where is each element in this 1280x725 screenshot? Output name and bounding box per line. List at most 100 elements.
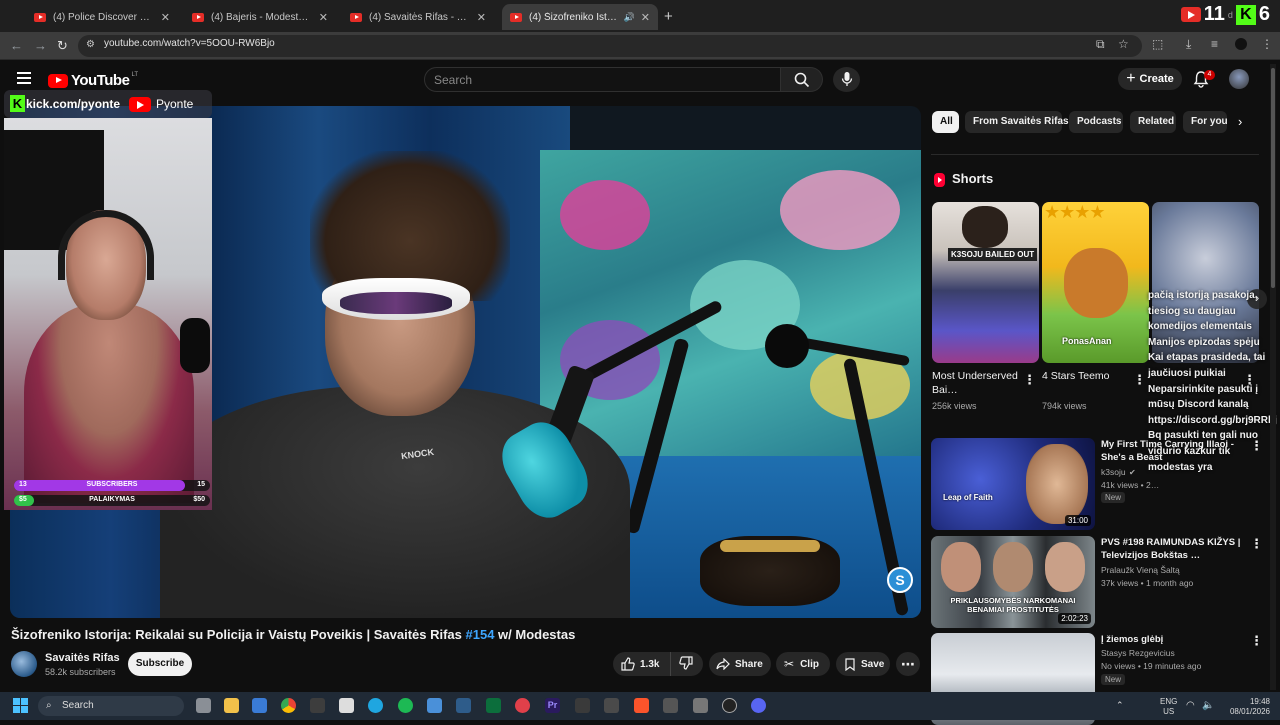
chip-all[interactable]: All <box>932 111 959 133</box>
voice-search-button[interactable] <box>833 67 860 92</box>
plus-icon: + <box>1126 70 1136 87</box>
app-icon[interactable] <box>310 698 325 713</box>
more-vertical-icon[interactable]: ⋮ <box>1023 372 1036 388</box>
browser-tab[interactable]: (4) Police Discover Car Filled W ✕ <box>26 4 178 30</box>
video-title[interactable]: Į žiemos glėbį <box>1101 633 1243 646</box>
video-title[interactable]: My First Time Carrying Illaoi - She's a … <box>1101 438 1243 464</box>
new-tab-button[interactable]: + <box>664 8 673 25</box>
chip-podcasts[interactable]: Podcasts <box>1069 111 1123 133</box>
back-arrow-icon[interactable]: ← <box>10 38 23 53</box>
search-button[interactable] <box>781 67 823 92</box>
volume-icon[interactable]: 🔈 <box>1202 700 1217 715</box>
taskbar-search[interactable]: ⌕ Search <box>38 696 184 716</box>
search-input[interactable] <box>424 67 781 92</box>
divider <box>931 154 1259 155</box>
more-vertical-icon[interactable]: ⋮ <box>1133 372 1146 388</box>
media-control-icon[interactable]: ≡ <box>1211 37 1218 51</box>
account-avatar[interactable] <box>1229 69 1249 89</box>
edge-icon[interactable] <box>368 698 383 713</box>
video-thumbnail[interactable]: Leap of Faith 31:00 <box>931 438 1095 530</box>
shorts-heading: Shorts <box>952 171 994 186</box>
app-icon[interactable] <box>693 698 708 713</box>
tab-close-icon[interactable]: ✕ <box>161 11 170 24</box>
input-language[interactable]: ENG US <box>1160 697 1177 717</box>
app-icon[interactable] <box>663 698 678 713</box>
channel-name[interactable]: Savaitės Rifas <box>45 652 120 664</box>
spotify-icon[interactable] <box>398 698 413 713</box>
vintage-phone <box>700 536 840 606</box>
app-icon[interactable] <box>575 698 590 713</box>
video-channel[interactable]: Stasys Rezgevicius <box>1101 648 1175 658</box>
app-icon[interactable] <box>339 698 354 713</box>
like-button[interactable]: 1.3k <box>613 652 671 676</box>
forward-arrow-icon[interactable]: → <box>34 38 47 53</box>
task-view-icon[interactable] <box>196 698 211 713</box>
download-icon[interactable]: ⤓ <box>1186 37 1191 52</box>
scrollbar-thumb[interactable] <box>1271 68 1275 288</box>
youtube-logo[interactable]: YouTube LT <box>48 72 138 89</box>
video-channel[interactable]: Pralaužk Vieną Šaltą <box>1101 565 1180 575</box>
clip-button[interactable]: ✂ Clip <box>776 652 830 676</box>
tab-title: (4) Šizofreniko Istorija: Reika <box>529 11 621 23</box>
app-icon[interactable] <box>486 698 501 713</box>
video-title[interactable]: PVS #198 RAIMUNDAS KIŽYS | Televizijos B… <box>1101 536 1243 562</box>
browser-tab[interactable]: (4) Bajeris - Modestas - YouTube ✕ <box>184 4 336 30</box>
video-channel[interactable]: k3soju <box>1101 467 1126 477</box>
browser-tab[interactable]: (4) Savaitės Rifas - YouTube ✕ <box>342 4 494 30</box>
chevron-right-icon[interactable]: › <box>1238 114 1242 129</box>
menu-kebab-icon[interactable]: ⋮ <box>1261 37 1273 51</box>
dislike-button[interactable] <box>671 655 693 673</box>
chip-from-channel[interactable]: From Savaitės Rifas <box>965 111 1069 133</box>
more-actions-button[interactable]: ⋯ <box>896 652 920 676</box>
tab-close-icon[interactable]: ✕ <box>477 11 486 24</box>
more-vertical-icon[interactable]: ⋮ <box>1250 438 1263 454</box>
file-explorer-icon[interactable] <box>224 698 239 713</box>
system-clock[interactable]: 19:48 08/01/2026 <box>1224 697 1270 717</box>
reload-icon[interactable]: ↻ <box>57 38 68 54</box>
profile-avatar-icon[interactable] <box>1235 38 1247 50</box>
obs-icon[interactable] <box>722 698 737 713</box>
video-meta: 37k views • 1 month ago <box>1101 578 1194 588</box>
create-button[interactable]: + Create <box>1118 68 1182 90</box>
short-title[interactable]: Most Underserved Bai… <box>932 369 1028 397</box>
video-thumbnail[interactable]: PRIKLAUSOMYBĖS NARKOMANAI BENAMIAI PROST… <box>931 536 1095 628</box>
chip-related[interactable]: Related <box>1130 111 1176 133</box>
windows-start-icon[interactable] <box>13 698 28 713</box>
share-button[interactable]: Share <box>709 652 771 676</box>
share-label: Share <box>735 658 763 670</box>
wifi-icon[interactable]: ◠ <box>1186 700 1201 715</box>
subscribe-button[interactable]: Subscribe <box>128 652 192 676</box>
browser-tab-active[interactable]: (4) Šizofreniko Istorija: Reika 🔊 ✕ <box>502 4 658 30</box>
chrome-icon[interactable] <box>281 698 296 713</box>
short-title[interactable]: 4 Stars Teemo <box>1042 369 1138 383</box>
short-thumbnail[interactable]: ★★★★ PonasAnan <box>1042 202 1149 363</box>
premiere-icon[interactable]: Pr <box>545 698 560 713</box>
tab-close-icon[interactable]: ✕ <box>641 11 650 24</box>
brave-icon[interactable] <box>634 698 649 713</box>
save-button[interactable]: Save <box>836 652 890 676</box>
channel-avatar[interactable] <box>11 651 37 677</box>
chip-for-you[interactable]: For you <box>1183 111 1227 133</box>
discord-icon[interactable] <box>751 698 766 713</box>
short-thumbnail[interactable]: K3SOJU BAILED OUT <box>932 202 1039 363</box>
tray-chevron-icon[interactable]: ⌃ <box>1116 700 1126 710</box>
site-info-icon[interactable]: ⚙ <box>86 39 95 50</box>
more-vertical-icon[interactable]: ⋮ <box>1250 536 1263 552</box>
bookmark-star-icon[interactable]: ☆ <box>1118 37 1129 51</box>
tab-close-icon[interactable]: ✕ <box>319 11 328 24</box>
app-icon[interactable] <box>427 698 442 713</box>
cast-icon[interactable]: ⧉ <box>1096 37 1105 52</box>
extensions-icon[interactable]: ⬚ <box>1152 37 1163 51</box>
app-icon[interactable] <box>456 698 471 713</box>
audio-playing-icon[interactable]: 🔊 <box>624 12 635 23</box>
app-icon[interactable] <box>604 698 619 713</box>
channel-watermark-badge[interactable]: S <box>887 567 913 593</box>
goal-label: SUBSCRIBERS <box>86 481 138 488</box>
url-text[interactable]: youtube.com/watch?v=5OOU-RW6Bjo <box>104 38 275 49</box>
mic-head-2 <box>765 324 809 368</box>
more-vertical-icon[interactable]: ⋮ <box>1250 633 1263 649</box>
hamburger-menu-icon[interactable] <box>17 72 31 84</box>
title-hashtag[interactable]: #154 <box>466 627 495 642</box>
app-icon[interactable] <box>515 698 530 713</box>
store-icon[interactable] <box>252 698 267 713</box>
